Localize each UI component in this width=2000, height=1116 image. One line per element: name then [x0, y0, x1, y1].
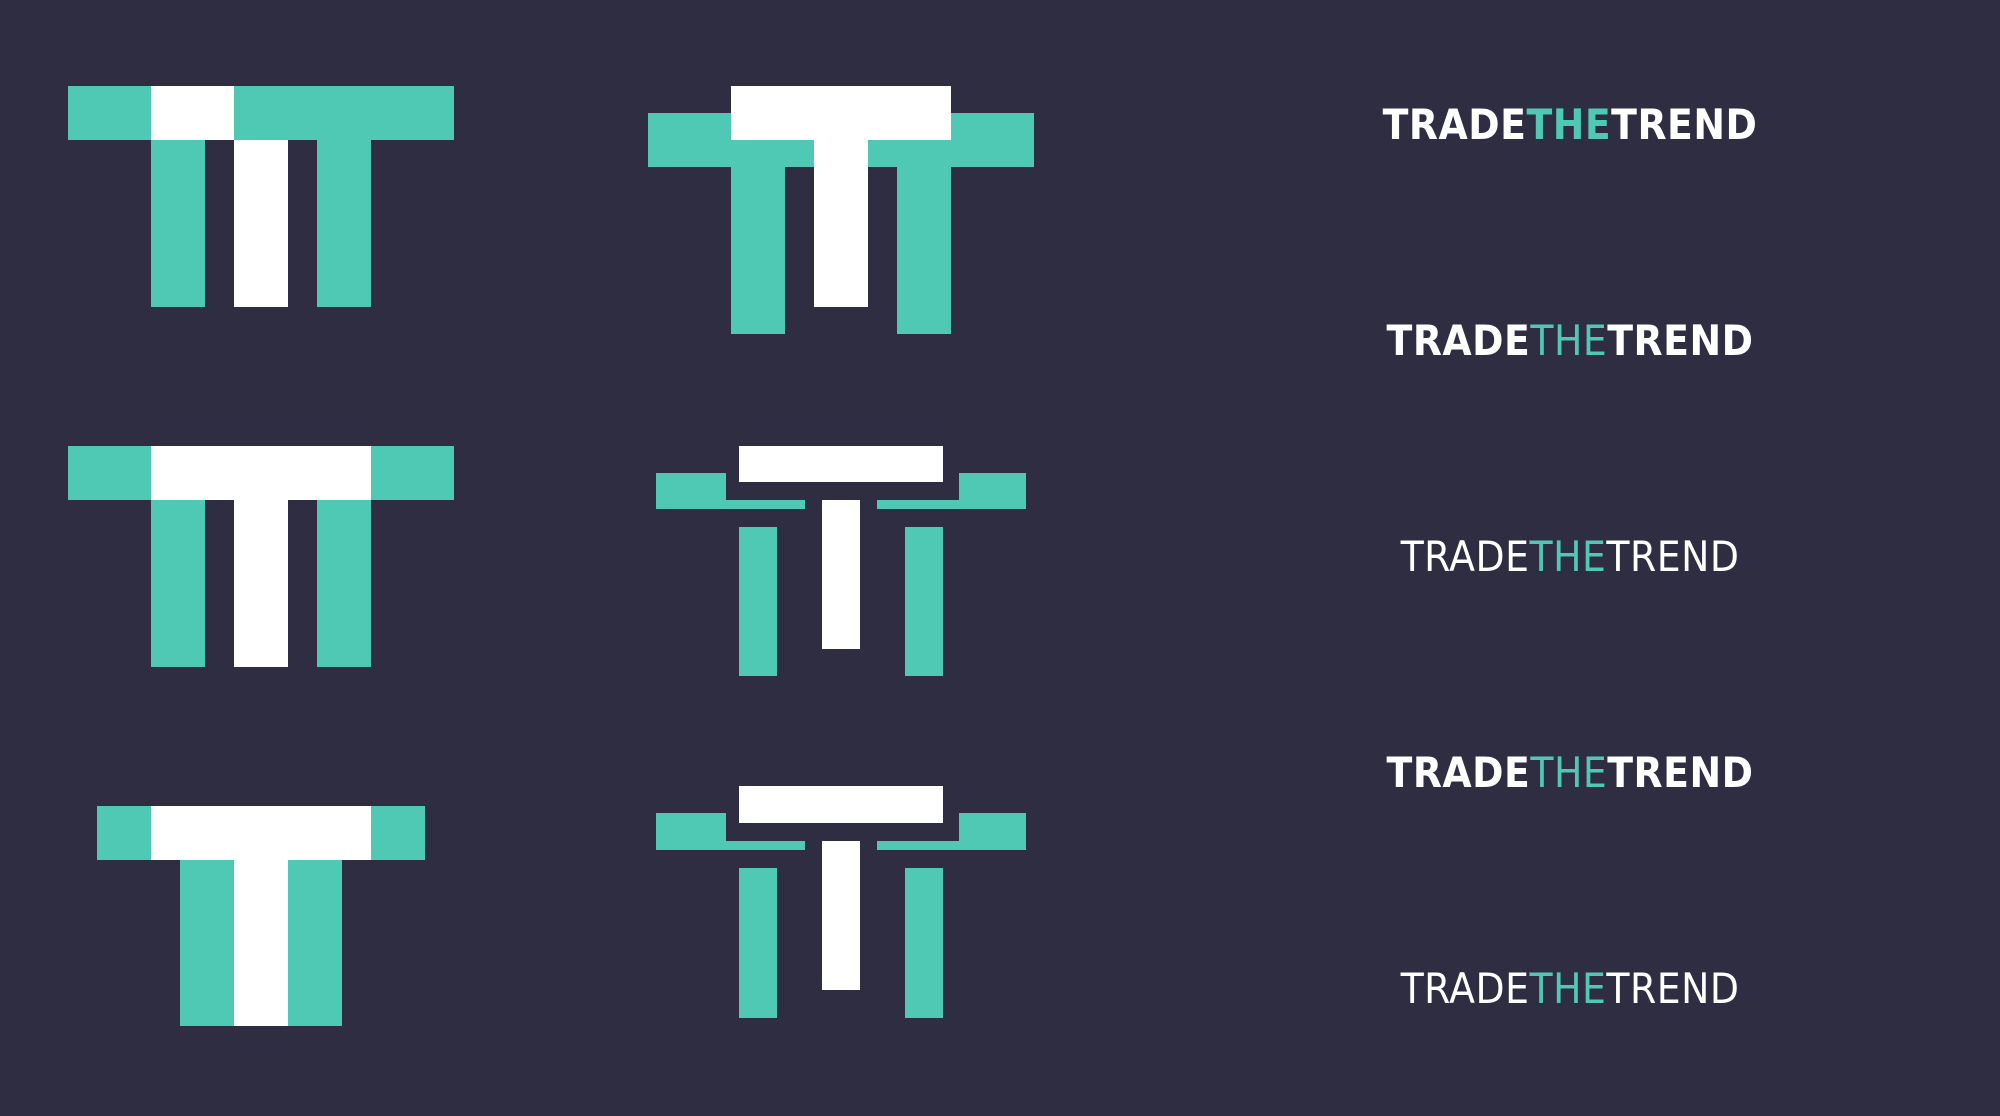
logo-mark-variant-2 — [648, 86, 1034, 334]
wordmark-trade: TRADE — [1382, 100, 1527, 149]
wordmark-the: THE — [1526, 100, 1612, 149]
wordmark-trade: TRADE — [1386, 316, 1531, 365]
logo-bar-white — [151, 86, 234, 140]
logo-bar-teal — [877, 500, 959, 509]
wordmark-medium: TRADETHETREND — [1300, 532, 1840, 582]
wordmark-bold-light: TRADETHETREND — [1300, 748, 1840, 798]
logo-bar-teal — [68, 86, 454, 140]
wordmark-the: THE — [1530, 748, 1608, 797]
wordmark-bold: TRADETHETREND — [1300, 316, 1840, 366]
logo-bar-teal — [151, 500, 205, 667]
logo-bar-teal — [722, 500, 805, 509]
wordmark-trend: TREND — [1607, 748, 1754, 797]
logo-bar-white — [731, 86, 951, 140]
wordmark-trade: TRADE — [1400, 532, 1530, 581]
wordmark-light: TRADETHETREND — [1300, 964, 1840, 1014]
logo-mark-variant-4 — [656, 446, 1026, 676]
logo-bar-teal — [317, 140, 371, 307]
wordmark-trend: TREND — [1606, 532, 1740, 581]
logo-mark-variant-6 — [656, 786, 1026, 1018]
logo-bar-teal — [317, 500, 371, 667]
logo-bar-teal — [905, 868, 943, 1018]
logo-bar-teal — [959, 473, 1026, 509]
logo-bar-teal — [739, 527, 777, 676]
wordmark-trade: TRADE — [1386, 748, 1531, 797]
logo-bar-teal — [656, 813, 726, 850]
logo-bar-teal — [722, 841, 805, 850]
logo-bar-white — [234, 500, 288, 667]
logo-bar-teal — [897, 167, 951, 334]
wordmark-trend: TREND — [1607, 316, 1754, 365]
logo-bar-white — [234, 860, 288, 1026]
wordmark-trend: TREND — [1611, 100, 1758, 149]
logo-bar-white — [822, 500, 860, 649]
logo-bar-teal — [656, 473, 726, 509]
logo-bar-teal — [731, 167, 785, 334]
logo-bar-white — [739, 786, 943, 823]
logo-bar-teal — [151, 140, 205, 307]
wordmark-trade: TRADE — [1400, 964, 1530, 1013]
wordmark-black: TRADETHETREND — [1300, 100, 1840, 150]
logo-mark-variant-1 — [68, 86, 454, 307]
logo-bar-teal — [877, 841, 959, 850]
wordmark-the: THE — [1529, 964, 1607, 1013]
logo-bar-white — [822, 841, 860, 990]
wordmark-the: THE — [1530, 316, 1608, 365]
logo-bar-white — [234, 140, 288, 307]
wordmark-the: THE — [1529, 532, 1607, 581]
logo-bar-white — [151, 446, 371, 500]
logo-bar-teal — [959, 813, 1026, 850]
logo-bar-teal — [905, 527, 943, 676]
logo-bar-teal — [739, 868, 777, 1018]
logo-bar-white — [739, 446, 943, 482]
logo-bar-white — [814, 140, 868, 307]
wordmark-trend: TREND — [1606, 964, 1740, 1013]
logo-mark-variant-5 — [97, 806, 425, 1026]
logo-bar-white — [151, 806, 371, 860]
logo-mark-variant-3 — [68, 446, 454, 667]
